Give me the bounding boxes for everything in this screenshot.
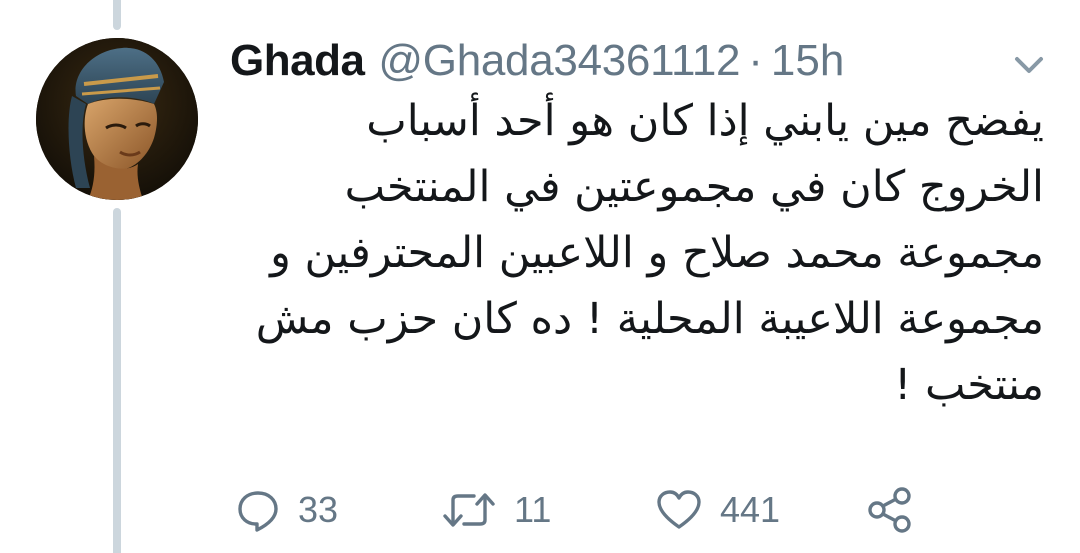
like-count: 441 bbox=[720, 489, 781, 530]
reply-count: 33 bbox=[298, 489, 339, 530]
tweet-text: يفضح مين يابني إذا كان هو أحد أسباب الخر… bbox=[255, 96, 1044, 410]
reply-button[interactable]: 33 bbox=[236, 480, 338, 540]
retweet-count: 11 bbox=[514, 489, 552, 530]
display-name[interactable]: Ghada bbox=[230, 36, 365, 86]
retweet-button[interactable]: 11 bbox=[442, 480, 551, 540]
separator-dot: · bbox=[748, 36, 763, 85]
like-button[interactable]: 441 bbox=[656, 480, 780, 540]
avatar[interactable] bbox=[36, 38, 198, 200]
retweet-arrows-icon bbox=[443, 493, 495, 527]
timestamp[interactable]: 15h bbox=[771, 36, 844, 86]
speech-bubble-icon bbox=[238, 491, 278, 532]
share-button[interactable] bbox=[866, 480, 914, 540]
thread-connector-top bbox=[113, 0, 121, 30]
tweet-card[interactable]: Ghada @Ghada34361112 · 15h يفضح مين يابن… bbox=[0, 0, 1080, 553]
heart-icon bbox=[657, 490, 701, 529]
user-handle[interactable]: @Ghada34361112 bbox=[378, 36, 740, 86]
chevron-down-icon[interactable] bbox=[1012, 52, 1046, 78]
avatar-image bbox=[36, 38, 198, 200]
tweet-actions: 33 11 441 bbox=[0, 480, 1080, 540]
share-icon bbox=[868, 487, 911, 533]
tweet-header: Ghada @Ghada34361112 · 15h bbox=[230, 36, 844, 92]
